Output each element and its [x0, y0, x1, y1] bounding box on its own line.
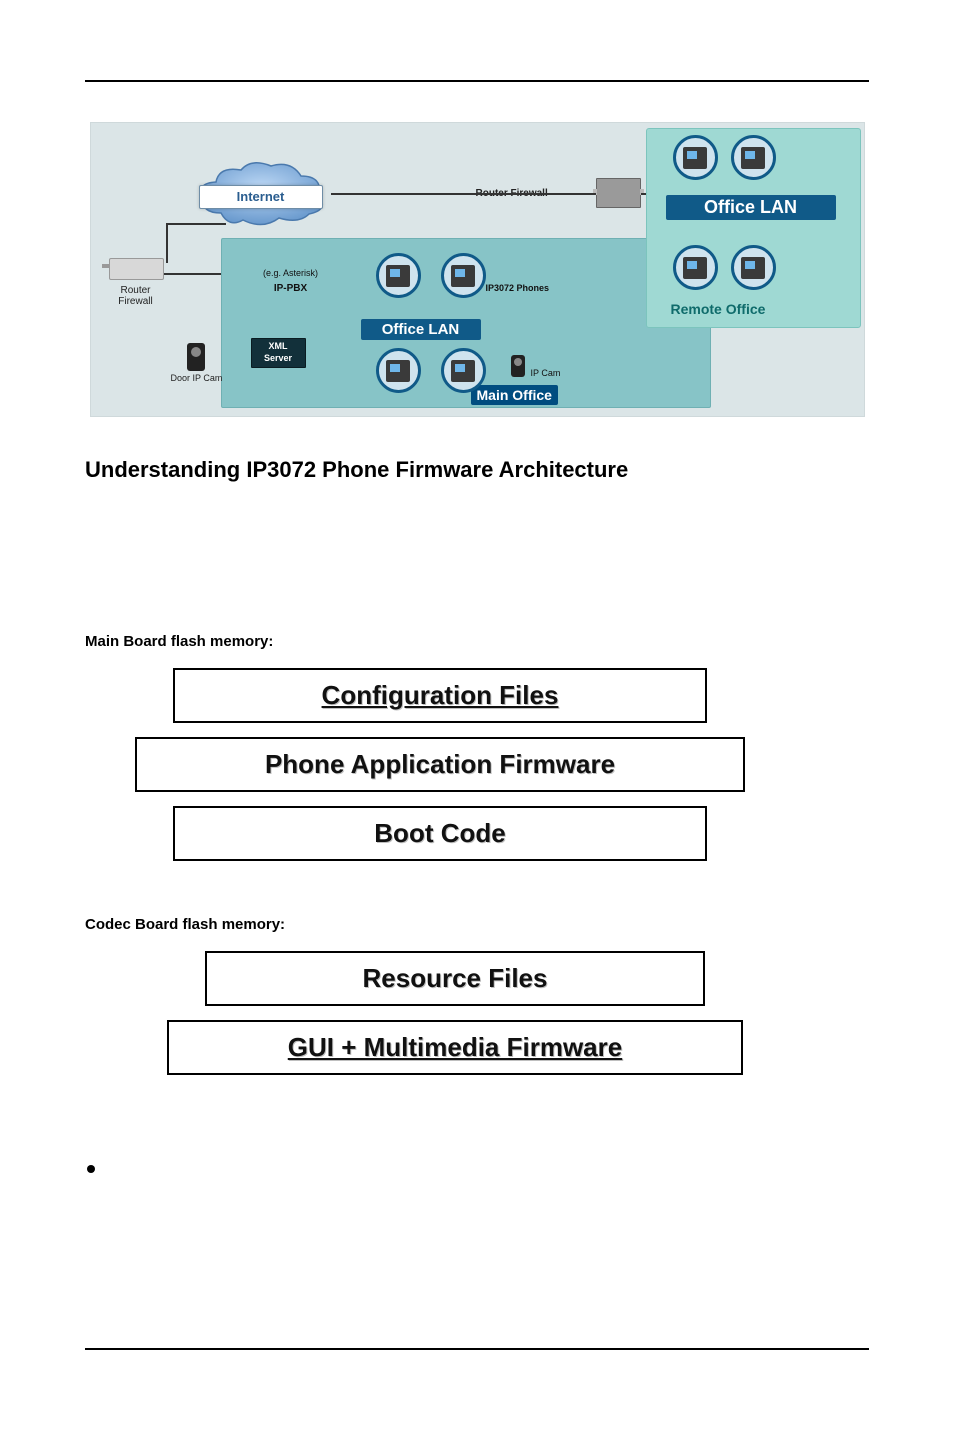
main-board-stack: Configuration Files Phone Application Fi…	[173, 668, 707, 861]
line	[164, 273, 221, 275]
video-phone-icon	[731, 245, 776, 290]
main-board-title: Main Board flash memory:	[85, 633, 869, 650]
ip3072-phones-label: IP3072 Phones	[486, 283, 550, 293]
top-rule	[85, 80, 869, 82]
video-phone-icon	[376, 253, 421, 298]
page-heading: Understanding IP3072 Phone Firmware Arch…	[85, 457, 869, 483]
codec-board-stack: Resource Files GUI + Multimedia Firmware	[205, 951, 705, 1075]
xml-server-box: XMLServer	[251, 338, 306, 368]
ip-cam-label: IP Cam	[531, 368, 561, 378]
video-phone-icon	[673, 135, 718, 180]
line	[331, 193, 596, 195]
network-diagram: Internet Router Firewall RouterFirewall …	[85, 122, 869, 417]
layer-resource-files: Resource Files	[205, 951, 705, 1006]
video-phone-icon	[376, 348, 421, 393]
video-phone-icon	[441, 348, 486, 393]
video-phone-icon	[731, 135, 776, 180]
office-lan-remote-label: Office LAN	[666, 195, 836, 220]
bullet-row	[87, 1165, 869, 1173]
line	[166, 223, 226, 225]
line	[166, 223, 168, 263]
layer-gui-firmware: GUI + Multimedia Firmware	[167, 1020, 743, 1075]
video-phone-icon	[673, 245, 718, 290]
codec-board-title: Codec Board flash memory:	[85, 916, 869, 933]
router-left-label: RouterFirewall	[105, 285, 167, 307]
ip-cam-icon	[511, 355, 525, 377]
layer-boot-code: Boot Code	[173, 806, 707, 861]
layer-app-firmware: Phone Application Firmware	[135, 737, 745, 792]
office-lan-main-label: Office LAN	[361, 319, 481, 340]
remote-office-label: Remote Office	[671, 301, 766, 317]
bullet-icon	[87, 1165, 95, 1173]
internet-label: Internet	[199, 185, 323, 209]
layer-config-files: Configuration Files	[173, 668, 707, 723]
router-left-icon	[109, 258, 164, 280]
router-firewall-icon	[596, 178, 641, 208]
ippbx-note: (e.g. Asterisk)	[246, 268, 336, 278]
door-ip-cam: Door IP Cam	[171, 343, 223, 383]
ippbx-label: IP-PBX	[246, 283, 336, 294]
video-phone-icon	[441, 253, 486, 298]
